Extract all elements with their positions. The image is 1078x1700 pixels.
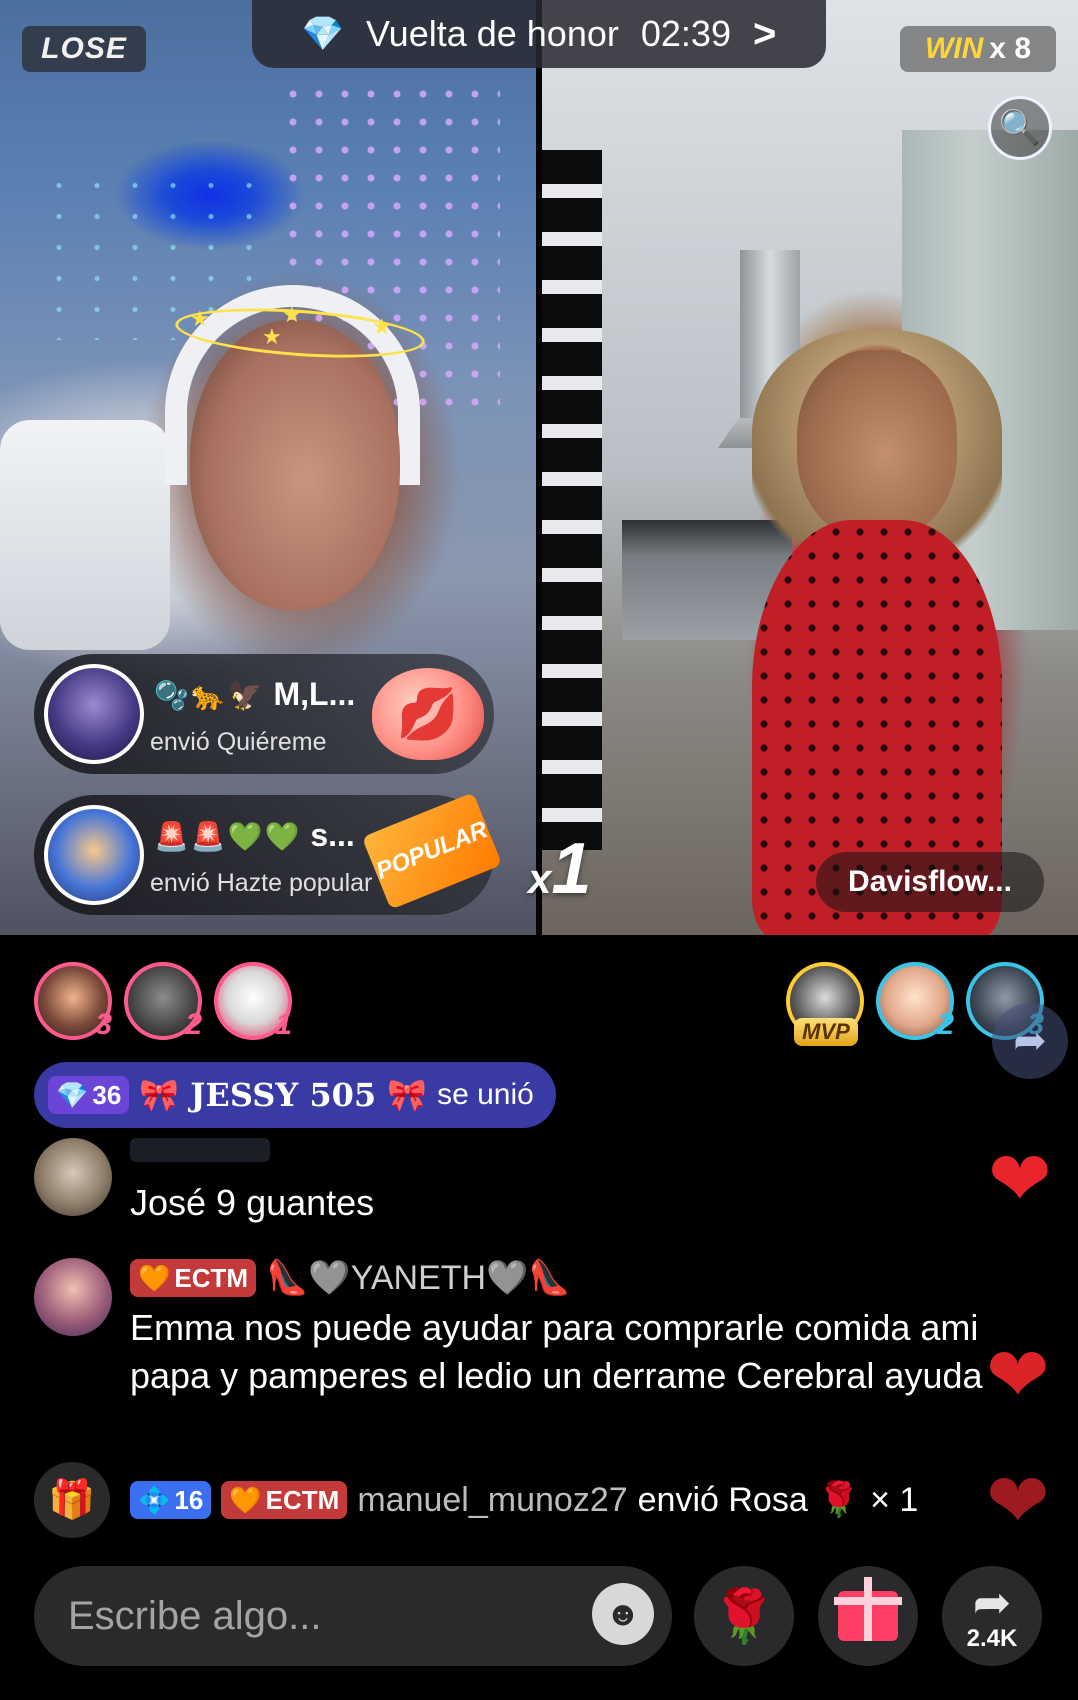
- top-gifter-avatar[interactable]: MVP: [786, 962, 864, 1046]
- join-notification: 💎 36 🎀 JESSY 505 🎀 se unió: [34, 1062, 556, 1128]
- share-icon[interactable]: ➦: [992, 1003, 1068, 1079]
- emoji-icon[interactable]: ☻: [592, 1583, 654, 1645]
- level-number: 16: [174, 1484, 204, 1515]
- sender-emojis: 🫧🐆🦅: [154, 680, 265, 711]
- heart-icon: ❤: [986, 1333, 1050, 1418]
- combo-prefix: x: [528, 855, 552, 902]
- win-label: WIN: [924, 32, 984, 65]
- fan-club-badge: 🧡 ECTM: [130, 1259, 257, 1297]
- avatar[interactable]: [34, 1258, 112, 1336]
- gift-sender-name: 🫧🐆🦅 M,L...: [154, 676, 355, 713]
- diamond-icon: 💠: [138, 1484, 171, 1515]
- win-multiplier: x 8: [989, 32, 1032, 65]
- share-icon: ➦: [972, 1576, 1012, 1628]
- fan-club-name: ECTM: [174, 1262, 249, 1293]
- gift-button[interactable]: [818, 1566, 918, 1666]
- star-icon: ★: [190, 306, 210, 331]
- gift-message: envió Quiéreme: [150, 728, 327, 756]
- gift-action: envió Rosa: [637, 1480, 808, 1519]
- top-gifter-avatar[interactable]: 2: [124, 962, 202, 1041]
- diamond-icon: 💎: [56, 1079, 89, 1110]
- top-gifter-avatar[interactable]: 3: [34, 962, 112, 1041]
- heart-gift-icon: 💋: [372, 668, 484, 760]
- top-gifter-avatar[interactable]: 1: [214, 962, 292, 1041]
- heart-icon: ❤: [988, 1137, 1052, 1222]
- share-count: 2.4K: [966, 1625, 1018, 1652]
- gift-icon: [834, 1577, 902, 1641]
- chat-text: Emma nos puede ayudar para comprarle com…: [130, 1307, 983, 1396]
- victory-lap-timer: 02:39: [640, 13, 731, 54]
- chat-username[interactable]: manuel_munoz27: [357, 1481, 627, 1520]
- heart-icon: 🧡: [138, 1262, 171, 1293]
- rank-number: 2: [185, 1008, 202, 1041]
- level-number: 36: [92, 1079, 122, 1110]
- rank-number: 3: [95, 1008, 112, 1041]
- decor-couch: [0, 420, 170, 650]
- rose-icon: 🌹: [817, 1481, 861, 1519]
- gift-chat-line: 🎁 💠 16 🧡 ECTM manuel_munoz27 envió Rosa 🌹 …: [34, 1462, 1074, 1538]
- star-icon: ★: [372, 314, 392, 339]
- rose-icon: 🌹: [711, 1587, 777, 1646]
- rank-number: 2: [937, 1008, 954, 1041]
- gift-count: × 1: [870, 1480, 919, 1519]
- heart-icon: 🧡: [229, 1484, 262, 1515]
- rose-button[interactable]: 🌹: [694, 1566, 794, 1666]
- comment-input[interactable]: Escribe algo...: [34, 1566, 672, 1666]
- star-icon: ★: [262, 324, 282, 349]
- avatar[interactable]: [44, 664, 144, 764]
- diamond-icon: 💎: [301, 15, 344, 53]
- host-figure: [190, 320, 400, 610]
- level-badge: 💠 16: [130, 1481, 212, 1519]
- opponent-figure: [797, 350, 957, 540]
- gift-icon[interactable]: 🎁: [34, 1462, 110, 1538]
- victory-lap-banner[interactable]: 💎 Vuelta de honor 02:39 >: [252, 0, 826, 68]
- win-badge: WIN x 8: [900, 26, 1056, 72]
- sender-name-text: s...: [310, 817, 355, 853]
- star-icon: ★: [282, 302, 302, 327]
- top-gifter-avatar[interactable]: 2: [876, 962, 954, 1041]
- heart-icon: ❤: [986, 1459, 1050, 1544]
- sender-emojis: 🚨🚨💚💚: [154, 821, 302, 852]
- join-action: se unió: [437, 1078, 534, 1111]
- magnifier-icon[interactable]: 🔍: [988, 96, 1052, 160]
- decor-blinds: [542, 150, 602, 850]
- combo-count: 1: [551, 829, 592, 909]
- chevron-right-icon: >: [752, 11, 777, 56]
- sender-name-text: M,L...: [273, 676, 356, 712]
- gift-combo-counter: x1: [528, 828, 591, 910]
- avatar[interactable]: [34, 1138, 112, 1216]
- gift-sender-name: 🚨🚨💚💚 s...: [154, 817, 355, 854]
- mvp-badge: MVP: [794, 1018, 858, 1046]
- gift-message: envió Hazte popular: [150, 869, 373, 897]
- faded-badge: [130, 1138, 270, 1162]
- join-username: 🎀 JESSY 505 🎀: [139, 1076, 428, 1114]
- opponent-name-tag[interactable]: Davisflow...: [816, 852, 1044, 912]
- share-button[interactable]: ➦ 2.4K: [942, 1566, 1042, 1666]
- fan-club-badge: 🧡 ECTM: [221, 1481, 348, 1519]
- level-badge: 💎 36: [48, 1076, 130, 1114]
- chat-username[interactable]: 👠🩶YANETH🩶👠: [266, 1258, 571, 1298]
- victory-lap-label: Vuelta de honor: [366, 13, 619, 54]
- chat-text: José 9 guantes: [130, 1182, 375, 1223]
- fan-club-name: ECTM: [265, 1484, 340, 1515]
- avatar[interactable]: [44, 805, 144, 905]
- rank-number: 1: [275, 1008, 292, 1041]
- lose-badge: LOSE: [22, 26, 146, 72]
